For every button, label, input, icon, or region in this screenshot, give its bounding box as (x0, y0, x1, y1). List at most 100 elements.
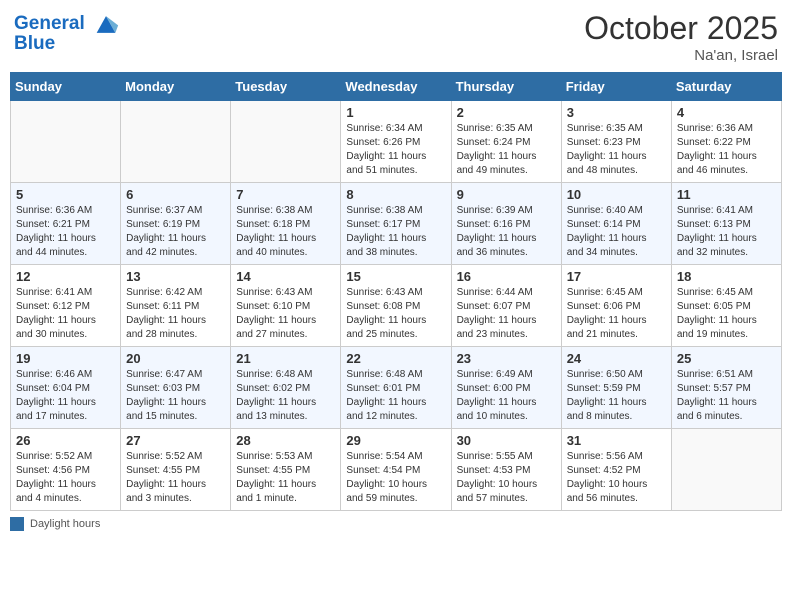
day-number: 28 (236, 433, 335, 448)
calendar-cell: 12 Sunrise: 6:41 AM Sunset: 6:12 PM Dayli… (11, 265, 121, 347)
day-of-week-header: Thursday (451, 73, 561, 101)
day-number: 25 (677, 351, 776, 366)
day-of-week-header: Monday (121, 73, 231, 101)
day-info: Sunrise: 6:48 AM Sunset: 6:02 PM Dayligh… (236, 368, 335, 424)
day-info: Sunrise: 6:48 AM Sunset: 6:01 PM Dayligh… (346, 368, 445, 424)
day-number: 5 (16, 187, 115, 202)
calendar-cell: 23Sunrise: 6:49 AM Sunset: 6:00 PM Dayli… (451, 347, 561, 429)
day-info: Sunrise: 6:36 AM Sunset: 6:21 PM Dayligh… (16, 204, 115, 260)
day-number: 31 (567, 433, 666, 448)
calendar-cell: 11 Sunrise: 6:41 AM Sunset: 6:13 PM Dayli… (671, 183, 781, 265)
day-info: Sunrise: 6:38 AM Sunset: 6:17 PM Dayligh… (346, 204, 445, 260)
calendar-cell (231, 101, 341, 183)
legend-color (10, 517, 24, 531)
calendar-cell: 30Sunrise: 5:55 AM Sunset: 4:53 PM Dayli… (451, 429, 561, 511)
day-info: Sunrise: 6:44 AM Sunset: 6:07 PM Dayligh… (457, 286, 556, 342)
calendar-cell: 25 Sunrise: 6:51 AM Sunset: 5:57 PM Dayli… (671, 347, 781, 429)
day-number: 15 (346, 269, 445, 284)
day-number: 12 (16, 269, 115, 284)
day-number: 18 (677, 269, 776, 284)
day-info: Sunrise: 6:34 AM Sunset: 6:26 PM Dayligh… (346, 122, 445, 178)
calendar-cell (671, 429, 781, 511)
day-number: 3 (567, 105, 666, 120)
day-number: 17 (567, 269, 666, 284)
day-of-week-header: Wednesday (341, 73, 451, 101)
day-number: 9 (457, 187, 556, 202)
calendar-week-row: 19 Sunrise: 6:46 AM Sunset: 6:04 PM Dayli… (11, 347, 782, 429)
day-info: Sunrise: 5:55 AM Sunset: 4:53 PM Dayligh… (457, 450, 556, 506)
day-number: 24 (567, 351, 666, 366)
day-of-week-header: Sunday (11, 73, 121, 101)
logo: General Blue (14, 10, 120, 55)
calendar-cell: 3Sunrise: 6:35 AM Sunset: 6:23 PM Daylig… (561, 101, 671, 183)
calendar-cell: 5 Sunrise: 6:36 AM Sunset: 6:21 PM Daylig… (11, 183, 121, 265)
day-number: 22 (346, 351, 445, 366)
calendar-body: 1 Sunrise: 6:34 AM Sunset: 6:26 PM Daylig… (11, 101, 782, 511)
day-of-week-header: Tuesday (231, 73, 341, 101)
calendar-cell (11, 101, 121, 183)
calendar-cell: 2 Sunrise: 6:35 AM Sunset: 6:24 PM Daylig… (451, 101, 561, 183)
legend-label: Daylight hours (30, 518, 100, 530)
calendar-cell: 22 Sunrise: 6:48 AM Sunset: 6:01 PM Dayli… (341, 347, 451, 429)
logo-icon (92, 10, 120, 38)
calendar-cell: 14Sunrise: 6:43 AM Sunset: 6:10 PM Dayli… (231, 265, 341, 347)
day-info: Sunrise: 6:45 AM Sunset: 6:06 PM Dayligh… (567, 286, 666, 342)
day-number: 29 (346, 433, 445, 448)
day-number: 10 (567, 187, 666, 202)
calendar-cell: 8Sunrise: 6:38 AM Sunset: 6:17 PM Daylig… (341, 183, 451, 265)
calendar-cell: 17 Sunrise: 6:45 AM Sunset: 6:06 PM Dayli… (561, 265, 671, 347)
day-info: Sunrise: 5:53 AM Sunset: 4:55 PM Dayligh… (236, 450, 335, 506)
day-info: Sunrise: 6:43 AM Sunset: 6:08 PM Dayligh… (346, 286, 445, 342)
calendar-cell: 10 Sunrise: 6:40 AM Sunset: 6:14 PM Dayli… (561, 183, 671, 265)
day-info: Sunrise: 6:51 AM Sunset: 5:57 PM Dayligh… (677, 368, 776, 424)
calendar-cell: 26 Sunrise: 5:52 AM Sunset: 4:56 PM Dayli… (11, 429, 121, 511)
day-info: Sunrise: 6:37 AM Sunset: 6:19 PM Dayligh… (126, 204, 225, 260)
calendar-cell: 16 Sunrise: 6:44 AM Sunset: 6:07 PM Dayli… (451, 265, 561, 347)
day-info: Sunrise: 6:42 AM Sunset: 6:11 PM Dayligh… (126, 286, 225, 342)
calendar-cell: 18 Sunrise: 6:45 AM Sunset: 6:05 PM Dayli… (671, 265, 781, 347)
day-info: Sunrise: 5:54 AM Sunset: 4:54 PM Dayligh… (346, 450, 445, 506)
calendar-week-row: 12 Sunrise: 6:41 AM Sunset: 6:12 PM Dayli… (11, 265, 782, 347)
day-info: Sunrise: 6:35 AM Sunset: 6:24 PM Dayligh… (457, 122, 556, 178)
day-info: Sunrise: 6:39 AM Sunset: 6:16 PM Dayligh… (457, 204, 556, 260)
page-header: General Blue October 2025 Na'an, Israel (10, 10, 782, 64)
calendar-cell: 29 Sunrise: 5:54 AM Sunset: 4:54 PM Dayli… (341, 429, 451, 511)
day-number: 13 (126, 269, 225, 284)
day-info: Sunrise: 6:43 AM Sunset: 6:10 PM Dayligh… (236, 286, 335, 342)
day-number: 20 (126, 351, 225, 366)
day-info: Sunrise: 5:56 AM Sunset: 4:52 PM Dayligh… (567, 450, 666, 506)
calendar-cell: 1 Sunrise: 6:34 AM Sunset: 6:26 PM Daylig… (341, 101, 451, 183)
day-number: 21 (236, 351, 335, 366)
day-number: 26 (16, 433, 115, 448)
day-info: Sunrise: 6:50 AM Sunset: 5:59 PM Dayligh… (567, 368, 666, 424)
day-number: 11 (677, 187, 776, 202)
day-number: 19 (16, 351, 115, 366)
calendar-cell (121, 101, 231, 183)
day-info: Sunrise: 6:41 AM Sunset: 6:13 PM Dayligh… (677, 204, 776, 260)
day-number: 16 (457, 269, 556, 284)
day-number: 6 (126, 187, 225, 202)
calendar-cell: 6 Sunrise: 6:37 AM Sunset: 6:19 PM Daylig… (121, 183, 231, 265)
day-info: Sunrise: 5:52 AM Sunset: 4:56 PM Dayligh… (16, 450, 115, 506)
day-info: Sunrise: 6:41 AM Sunset: 6:12 PM Dayligh… (16, 286, 115, 342)
day-info: Sunrise: 6:38 AM Sunset: 6:18 PM Dayligh… (236, 204, 335, 260)
day-info: Sunrise: 5:52 AM Sunset: 4:55 PM Dayligh… (126, 450, 225, 506)
day-info: Sunrise: 6:36 AM Sunset: 6:22 PM Dayligh… (677, 122, 776, 178)
day-number: 1 (346, 105, 445, 120)
calendar-cell: 24 Sunrise: 6:50 AM Sunset: 5:59 PM Dayli… (561, 347, 671, 429)
day-number: 2 (457, 105, 556, 120)
month-title: October 2025 (584, 10, 778, 47)
day-of-week-header: Friday (561, 73, 671, 101)
calendar-cell: 20Sunrise: 6:47 AM Sunset: 6:03 PM Dayli… (121, 347, 231, 429)
header-row: SundayMondayTuesdayWednesdayThursdayFrid… (11, 73, 782, 101)
calendar-cell: 19 Sunrise: 6:46 AM Sunset: 6:04 PM Dayli… (11, 347, 121, 429)
legend: Daylight hours (10, 517, 782, 531)
day-info: Sunrise: 6:40 AM Sunset: 6:14 PM Dayligh… (567, 204, 666, 260)
day-info: Sunrise: 6:46 AM Sunset: 6:04 PM Dayligh… (16, 368, 115, 424)
calendar-table: SundayMondayTuesdayWednesdayThursdayFrid… (10, 72, 782, 511)
calendar-cell: 7Sunrise: 6:38 AM Sunset: 6:18 PM Daylig… (231, 183, 341, 265)
title-section: October 2025 Na'an, Israel (584, 10, 778, 64)
calendar-week-row: 1 Sunrise: 6:34 AM Sunset: 6:26 PM Daylig… (11, 101, 782, 183)
day-info: Sunrise: 6:45 AM Sunset: 6:05 PM Dayligh… (677, 286, 776, 342)
calendar-cell: 4Sunrise: 6:36 AM Sunset: 6:22 PM Daylig… (671, 101, 781, 183)
